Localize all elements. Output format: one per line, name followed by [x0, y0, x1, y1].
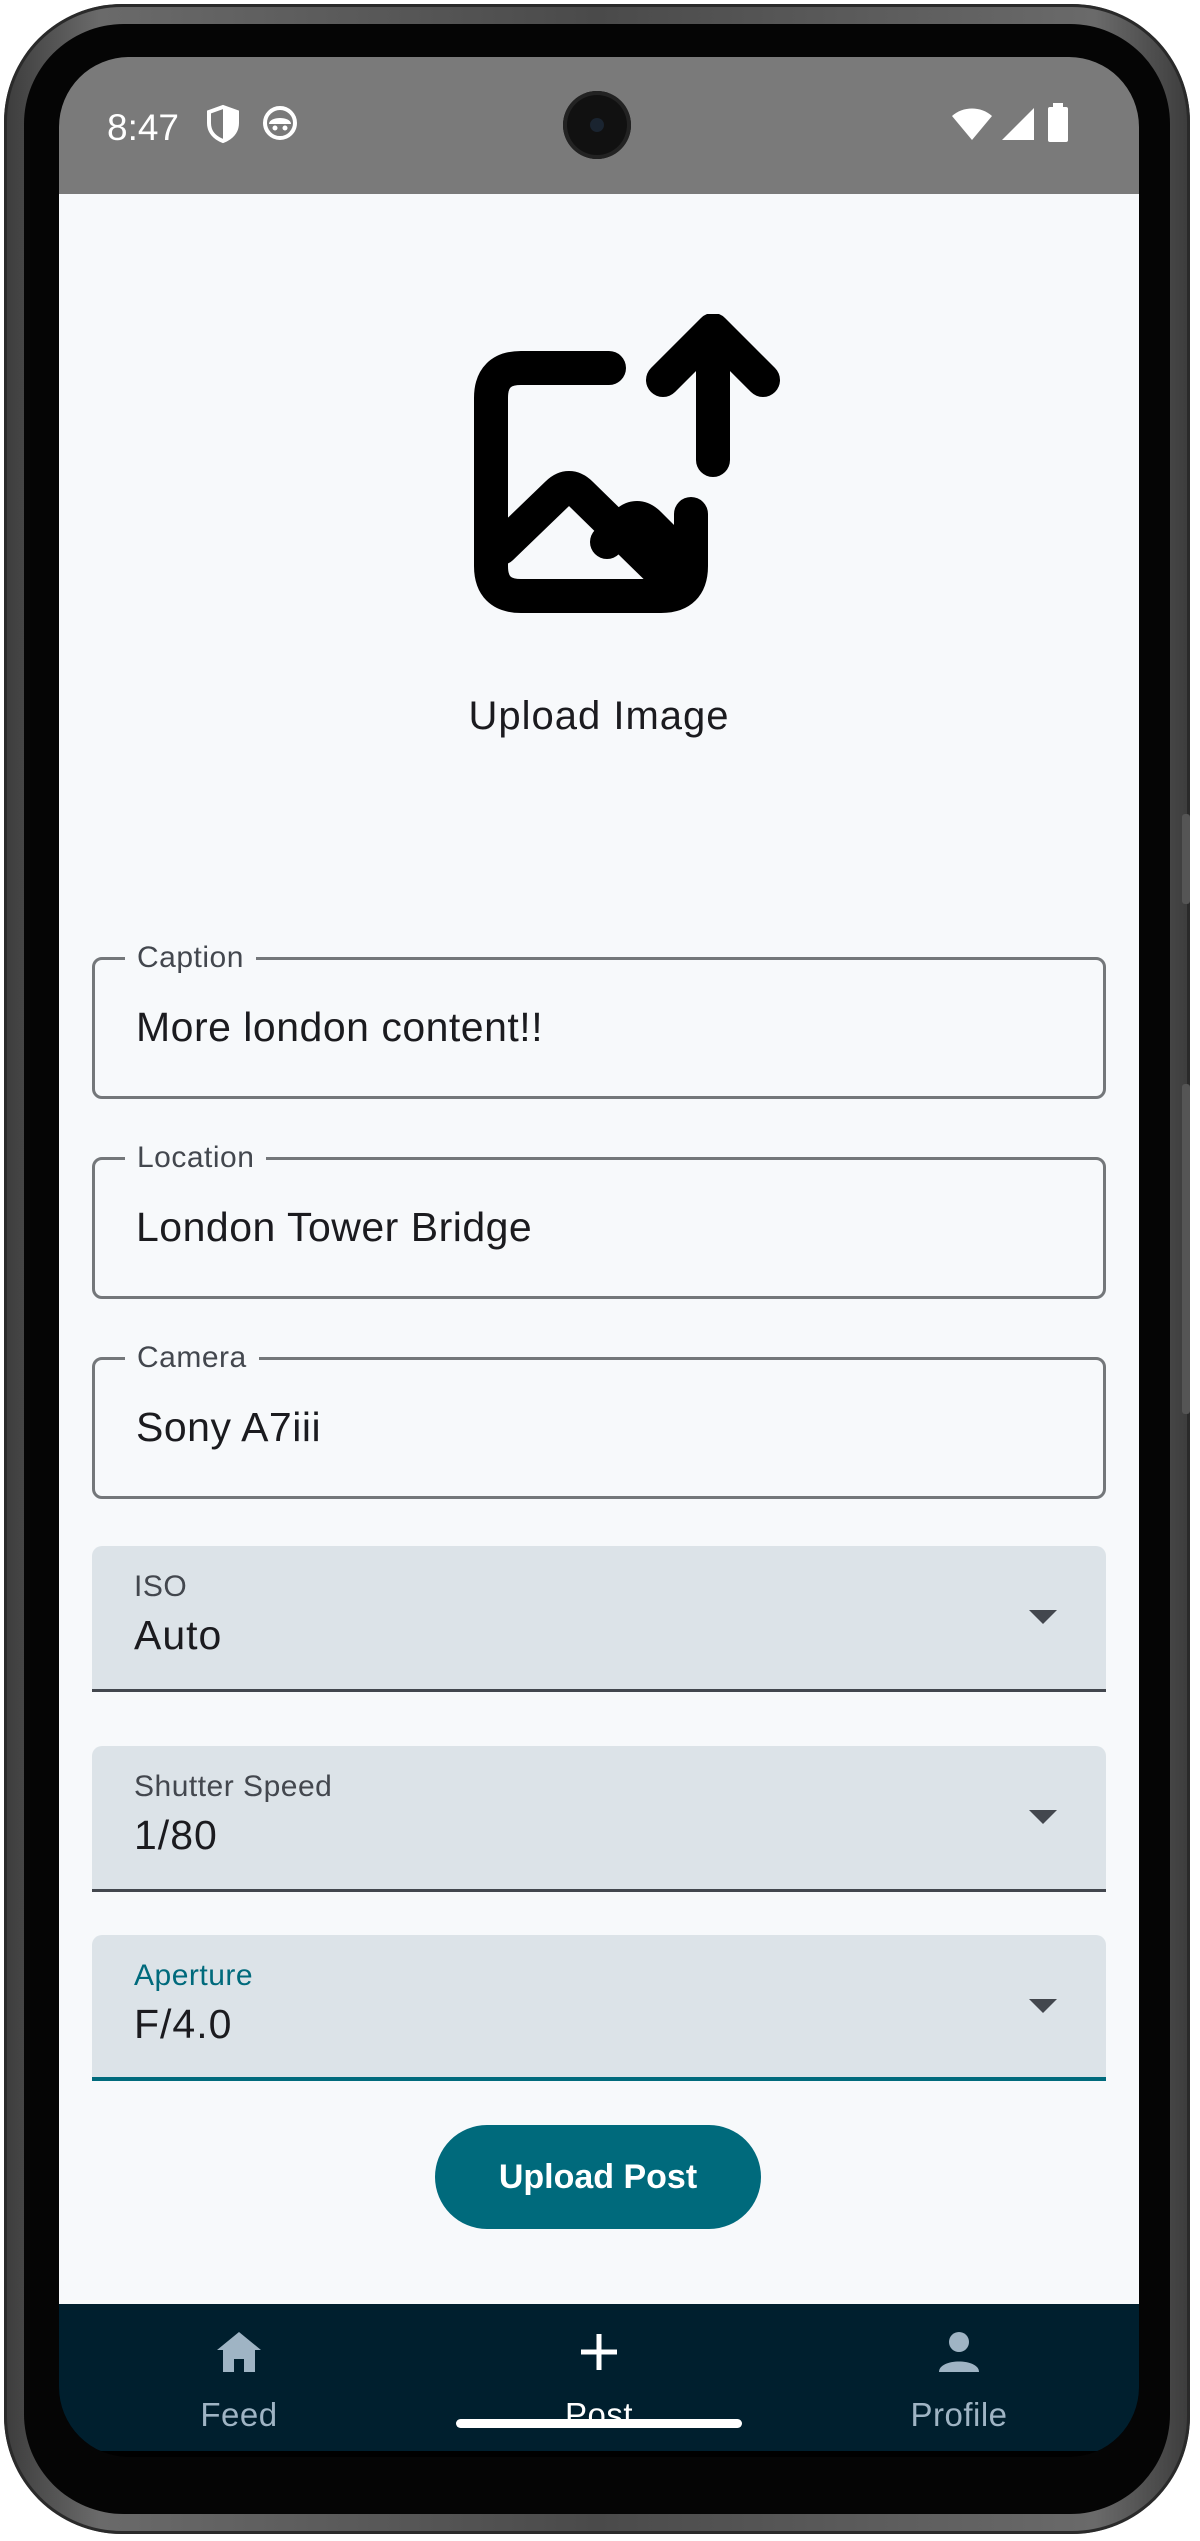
- upload-image-label[interactable]: Upload Image: [59, 694, 1139, 739]
- aperture-dropdown-label: Aperture: [134, 1959, 254, 1992]
- volume-button: [1182, 1084, 1190, 1414]
- iso-dropdown-value[interactable]: Auto: [134, 1612, 222, 1659]
- shield-icon: [205, 104, 241, 149]
- nav-item-feed-label: Feed: [200, 2396, 278, 2433]
- shutter-speed-dropdown-label: Shutter Speed: [134, 1770, 333, 1803]
- status-bar: 8:47: [59, 57, 1139, 194]
- caption-field-label: Caption: [125, 941, 256, 975]
- home-icon: [217, 2332, 261, 2372]
- iso-dropdown[interactable]: ISO Auto: [92, 1546, 1106, 1692]
- location-field[interactable]: Location London Tower Bridge: [92, 1141, 1106, 1299]
- front-camera: [563, 91, 631, 159]
- shutter-speed-dropdown[interactable]: Shutter Speed 1/80: [92, 1746, 1106, 1892]
- nav-item-profile-label: Profile: [910, 2396, 1008, 2433]
- caption-field-value[interactable]: More london content!!: [136, 1004, 543, 1051]
- cellular-signal-icon: [1001, 107, 1035, 146]
- camera-field-value[interactable]: Sony A7iii: [136, 1404, 321, 1451]
- wifi-icon: [951, 107, 993, 146]
- location-field-label: Location: [125, 1141, 267, 1175]
- camera-field-label: Camera: [125, 1341, 259, 1375]
- location-field-value[interactable]: London Tower Bridge: [136, 1204, 532, 1251]
- dropdown-arrow-icon[interactable]: [1029, 1810, 1057, 1824]
- aperture-dropdown-value[interactable]: F/4.0: [134, 2001, 232, 2048]
- dropdown-arrow-icon[interactable]: [1029, 1610, 1057, 1624]
- camera-field[interactable]: Camera Sony A7iii: [92, 1341, 1106, 1499]
- aperture-dropdown[interactable]: Aperture F/4.0: [92, 1935, 1106, 2081]
- nav-item-post-label: Post: [564, 2396, 634, 2433]
- caption-field[interactable]: Caption More london content!!: [92, 941, 1106, 1099]
- plus-icon: [581, 2334, 617, 2370]
- nav-item-post[interactable]: Post: [419, 2304, 779, 2451]
- shutter-speed-dropdown-value[interactable]: 1/80: [134, 1812, 218, 1859]
- android-face-icon: [261, 104, 299, 147]
- home-gesture-bar[interactable]: [456, 2419, 742, 2428]
- dropdown-arrow-icon[interactable]: [1029, 1999, 1057, 2013]
- nav-item-profile[interactable]: Profile: [779, 2304, 1139, 2451]
- battery-icon: [1047, 103, 1069, 148]
- iso-dropdown-label: ISO: [134, 1570, 188, 1603]
- create-post-screen: Upload Image Caption More london content…: [59, 194, 1139, 2304]
- status-time: 8:47: [107, 107, 180, 148]
- power-button: [1182, 814, 1190, 904]
- person-icon: [939, 2332, 979, 2372]
- upload-post-button[interactable]: Upload Post: [435, 2125, 761, 2229]
- image-upload-icon[interactable]: [429, 313, 789, 674]
- bottom-navigation: Feed Post Profile: [59, 2304, 1139, 2451]
- device-screen: 8:47 Upload Image Caption More london co…: [59, 57, 1139, 2457]
- nav-item-feed[interactable]: Feed: [59, 2304, 419, 2451]
